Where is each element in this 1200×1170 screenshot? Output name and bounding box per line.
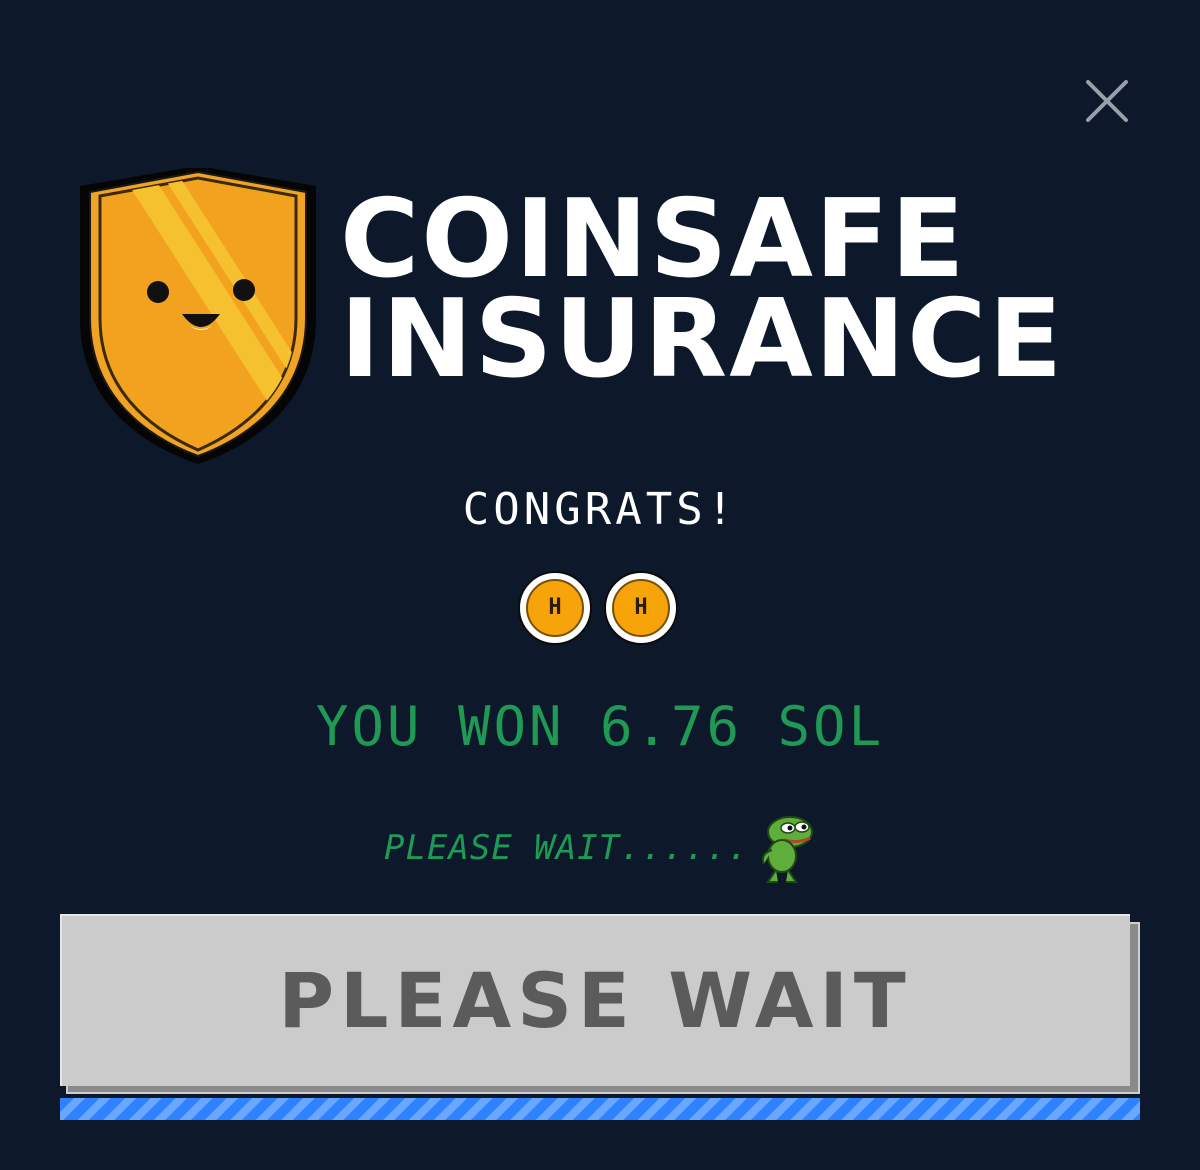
- congrats-heading: CONGRATS!: [462, 484, 738, 535]
- status-text: PLEASE WAIT......: [384, 828, 749, 868]
- coin-icon: H: [518, 571, 592, 645]
- coin-result-row: H H: [518, 571, 688, 649]
- progress-bar: [60, 1098, 1140, 1120]
- brand-line-2: INSURANCE: [340, 277, 1065, 402]
- coin-icon: H: [604, 571, 678, 645]
- frog-mascot-icon: [750, 810, 820, 884]
- brand-wordmark: COINSAFE INSURANCE: [340, 177, 1130, 402]
- smiling-shield-icon: [78, 168, 318, 464]
- status-row: PLEASE WAIT......: [384, 810, 834, 886]
- brand-line-1: COINSAFE: [340, 177, 967, 302]
- coin-face-label: H: [548, 595, 562, 620]
- win-amount-text: YOU WON 6.76 SOL: [315, 695, 885, 758]
- please-wait-button[interactable]: PLEASE WAIT: [60, 914, 1130, 1086]
- coin-face-label: H: [634, 595, 648, 620]
- congrats-modal: COINSAFE INSURANCE CONGRATS! H H YOU WON…: [0, 0, 1200, 1170]
- close-icon: [1086, 80, 1128, 122]
- close-button[interactable]: [1080, 74, 1134, 128]
- coinsafe-logo: COINSAFE INSURANCE: [78, 168, 1128, 468]
- progress-bar-fill: [60, 1098, 1140, 1120]
- button-label: PLEASE WAIT: [278, 956, 912, 1045]
